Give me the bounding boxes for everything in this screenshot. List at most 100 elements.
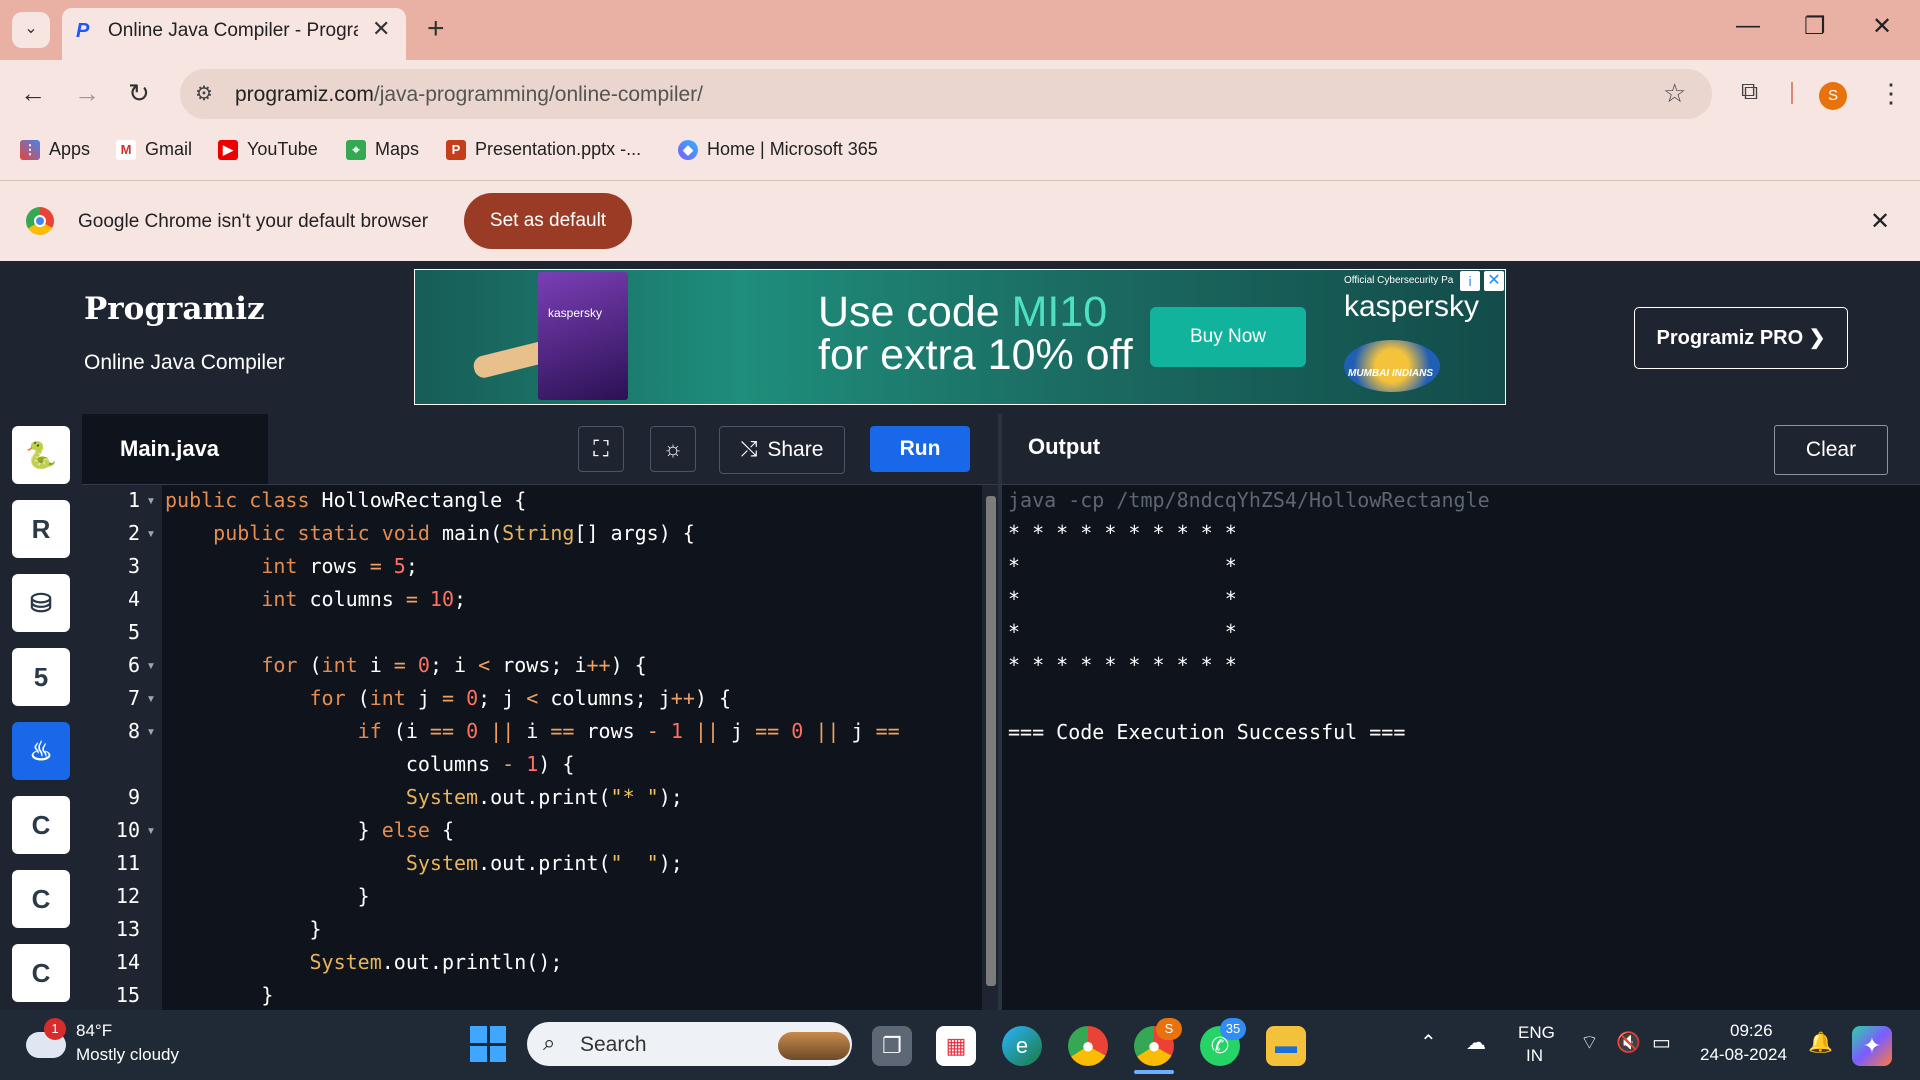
onedrive-icon[interactable]: ☁ — [1466, 1030, 1486, 1055]
bookmark-maps[interactable]: ⌖ Maps — [346, 139, 419, 160]
code-line[interactable]: System.out.println(); — [165, 950, 563, 974]
code-line[interactable]: System.out.print("* "); — [165, 785, 683, 809]
bookmark-microsoft365[interactable]: ◆ Home | Microsoft 365 — [678, 139, 878, 160]
apps-grid-icon: ⋮ — [20, 139, 40, 160]
ad-close-icon[interactable]: ✕ — [1484, 271, 1504, 291]
code-line[interactable]: } — [165, 884, 370, 908]
r-icon[interactable]: R — [12, 500, 70, 558]
run-button[interactable]: Run — [870, 426, 970, 472]
microsoft365-icon: ◆ — [678, 139, 698, 160]
forward-icon[interactable]: → — [74, 78, 100, 109]
ad-info-icon[interactable]: i — [1460, 271, 1480, 291]
programiz-favicon-icon: P — [76, 20, 90, 42]
url-text[interactable]: programiz.com/java-programming/online-co… — [235, 83, 703, 107]
copilot-icon[interactable]: ✦ — [1852, 1026, 1892, 1066]
ad-box-label: kaspersky — [548, 306, 603, 320]
editor-scrollbar[interactable] — [986, 496, 996, 986]
python-icon[interactable]: 🐍 — [12, 426, 70, 484]
tab-search-button[interactable]: ⌄ — [12, 12, 50, 48]
code-line[interactable]: columns - 1) { — [165, 752, 575, 776]
code-line[interactable]: int rows = 5; — [165, 554, 418, 578]
cpp-icon[interactable]: C — [12, 870, 70, 928]
bookmark-gmail[interactable]: M Gmail — [116, 139, 192, 160]
output-title: Output — [1028, 434, 1101, 459]
fold-arrow-icon[interactable]: ▼ — [146, 826, 156, 837]
restore-icon[interactable]: ❐ — [1804, 12, 1826, 41]
language-code[interactable]: ENG — [1518, 1023, 1555, 1043]
line-number: 8 — [127, 719, 140, 743]
fold-arrow-icon[interactable]: ▼ — [146, 529, 156, 540]
theme-toggle-icon[interactable]: ☼ — [650, 426, 696, 472]
url-path: /java-programming/online-compiler/ — [373, 83, 704, 106]
powerpoint-icon: P — [446, 139, 466, 160]
bookmark-youtube[interactable]: ▶ YouTube — [218, 139, 318, 160]
site-settings-icon[interactable]: ⚙ — [195, 81, 213, 106]
chrome-menu-icon[interactable]: ⋮ — [1878, 78, 1904, 109]
code-line[interactable] — [165, 620, 177, 644]
code-line[interactable]: } — [165, 917, 321, 941]
bookmark-presentation[interactable]: P Presentation.pptx -... — [446, 139, 641, 160]
fullscreen-icon[interactable]: ⛶ — [578, 426, 624, 472]
infobar-close-icon[interactable]: ✕ — [1870, 207, 1890, 236]
programiz-logo[interactable]: Programiz — [84, 291, 265, 327]
page-subtitle: Online Java Compiler — [84, 351, 285, 374]
clock-time[interactable]: 09:26 — [1730, 1021, 1773, 1041]
extensions-icon[interactable]: ⧉ — [1741, 78, 1758, 106]
bookmark-apps[interactable]: ⋮ Apps — [20, 139, 90, 160]
speaker-muted-icon[interactable]: 🔇 — [1616, 1030, 1641, 1055]
window-close-icon[interactable]: ✕ — [1872, 12, 1892, 41]
set-default-button[interactable]: Set as default — [464, 193, 632, 249]
fold-arrow-icon[interactable]: ▼ — [146, 496, 156, 507]
file-tab-main-java[interactable]: Main.java — [82, 414, 268, 484]
code-line[interactable]: } — [165, 983, 273, 1007]
output-success-line: === Code Execution Successful === — [1008, 720, 1406, 744]
file-explorer-icon[interactable]: ▬ — [1266, 1026, 1306, 1066]
weather-temp[interactable]: 84°F — [76, 1021, 112, 1041]
language-region[interactable]: IN — [1526, 1046, 1543, 1066]
back-icon[interactable]: ← — [20, 78, 46, 109]
bookmark-label: Maps — [375, 139, 420, 159]
fold-arrow-icon[interactable]: ▼ — [146, 727, 156, 738]
windows-start-icon[interactable] — [470, 1026, 506, 1062]
notification-bell-icon[interactable]: 🔔 — [1808, 1030, 1833, 1055]
chrome-icon[interactable]: ● — [1068, 1026, 1108, 1066]
fold-arrow-icon[interactable]: ▼ — [146, 694, 156, 705]
clear-button[interactable]: Clear — [1774, 425, 1888, 475]
bookmark-star-icon[interactable]: ☆ — [1663, 78, 1686, 109]
fold-arrow-icon[interactable]: ▼ — [146, 661, 156, 672]
bookmark-label: Gmail — [145, 139, 193, 159]
output-line: * * — [1008, 620, 1249, 644]
code-line[interactable]: } else { — [165, 818, 454, 842]
new-tab-icon[interactable]: + — [427, 12, 445, 46]
clock-date[interactable]: 24-08-2024 — [1700, 1045, 1787, 1065]
tab-close-icon[interactable]: ✕ — [372, 16, 390, 42]
ad-buy-now-button[interactable]: Buy Now — [1150, 307, 1306, 367]
code-line[interactable]: int columns = 10; — [165, 587, 466, 611]
html5-icon[interactable]: 5 — [12, 648, 70, 706]
edge-icon[interactable]: e — [1002, 1026, 1042, 1066]
task-view-icon[interactable]: ❐ — [872, 1026, 912, 1066]
java-icon[interactable]: ♨ — [12, 722, 70, 780]
code-line[interactable]: for (int i = 0; i < rows; i++) { — [165, 653, 646, 677]
code-line[interactable]: if (i == 0 || i == rows - 1 || j == 0 ||… — [165, 719, 900, 743]
tab-title[interactable]: Online Java Compiler - Program — [108, 20, 358, 42]
code-line[interactable]: public class HollowRectangle { — [165, 488, 526, 512]
code-line[interactable]: System.out.print(" "); — [165, 851, 683, 875]
sql-database-icon[interactable]: ⛁ — [12, 574, 70, 632]
code-line[interactable]: for (int j = 0; j < columns; j++) { — [165, 686, 732, 710]
ad-headline: Use code MI10 — [818, 288, 1107, 337]
profile-avatar[interactable]: S — [1819, 82, 1847, 110]
csharp-icon[interactable]: C — [12, 944, 70, 1002]
reload-icon[interactable]: ↻ — [128, 78, 150, 109]
programiz-pro-button[interactable]: Programiz PRO ❯ — [1634, 307, 1848, 369]
minimize-icon[interactable]: — — [1736, 12, 1760, 40]
line-number: 6 — [127, 653, 140, 677]
weather-condition[interactable]: Mostly cloudy — [76, 1045, 179, 1065]
microsoft-store-icon[interactable]: ▦ — [936, 1026, 976, 1066]
share-button[interactable]: ⤭ Share — [719, 426, 845, 474]
code-line[interactable]: public static void main(String[] args) { — [165, 521, 695, 545]
battery-icon[interactable]: ▭ — [1652, 1030, 1671, 1055]
c-icon[interactable]: C — [12, 796, 70, 854]
show-hidden-icons[interactable]: ⌃ — [1420, 1030, 1437, 1055]
wifi-icon[interactable]: ⌔ — [1580, 1030, 1599, 1055]
